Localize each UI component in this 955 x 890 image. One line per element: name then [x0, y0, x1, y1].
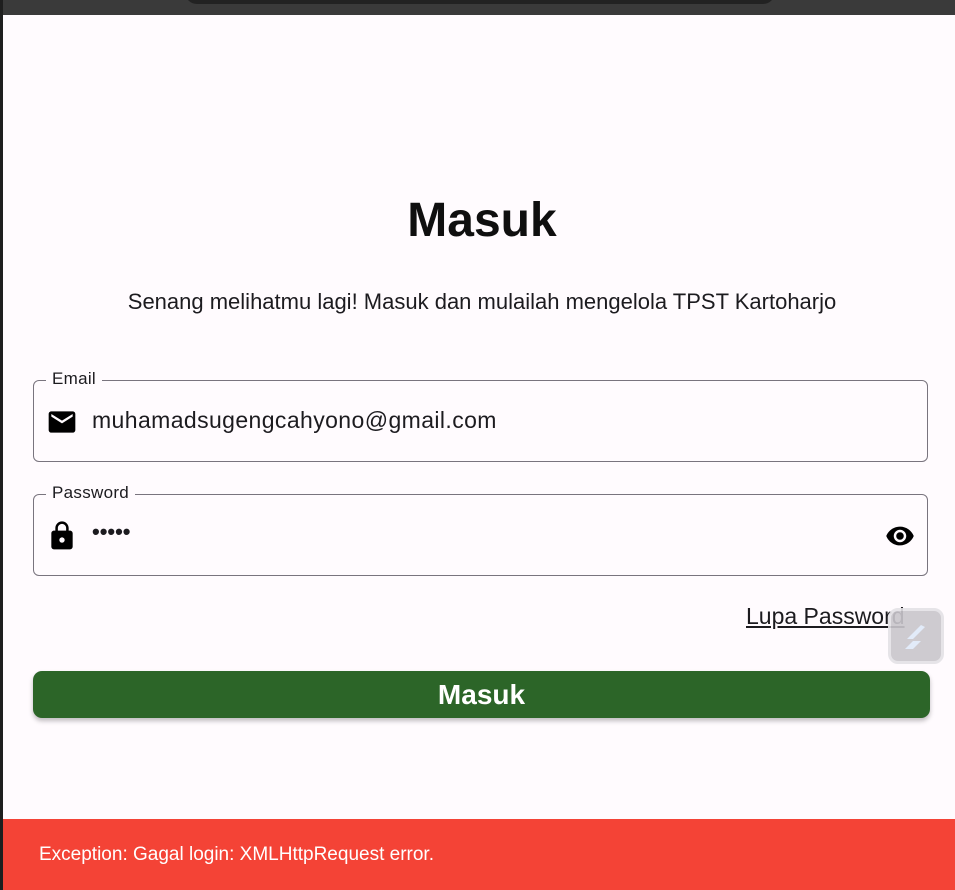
- flutter-badge-icon: [905, 625, 925, 649]
- login-button[interactable]: Masuk: [33, 671, 930, 718]
- lock-icon: [51, 521, 73, 550]
- snackbar-message: Exception: Gagal login: XMLHttpRequest e…: [39, 844, 434, 865]
- password-input[interactable]: •••••: [92, 519, 131, 545]
- forgot-password-link[interactable]: Lupa Password: [746, 603, 905, 630]
- email-field[interactable]: Email muhamadsugengcahyono@gmail.com: [33, 369, 928, 462]
- login-screen: Masuk Senang melihatmu lagi! Masuk dan m…: [3, 15, 955, 890]
- error-snackbar: Exception: Gagal login: XMLHttpRequest e…: [3, 819, 955, 890]
- window-top-bar: [0, 0, 955, 15]
- email-input[interactable]: muhamadsugengcahyono@gmail.com: [92, 407, 497, 434]
- password-field[interactable]: Password •••••: [33, 483, 928, 576]
- eye-icon[interactable]: [883, 521, 917, 551]
- mail-icon: [48, 411, 76, 433]
- page-subtitle: Senang melihatmu lagi! Masuk dan mulaila…: [127, 289, 837, 314]
- floating-devtools-button[interactable]: [888, 608, 944, 664]
- password-field-label: Password: [46, 483, 136, 503]
- device-notch: [185, 0, 775, 4]
- email-field-label: Email: [46, 369, 103, 389]
- page-title: Masuk: [407, 194, 557, 247]
